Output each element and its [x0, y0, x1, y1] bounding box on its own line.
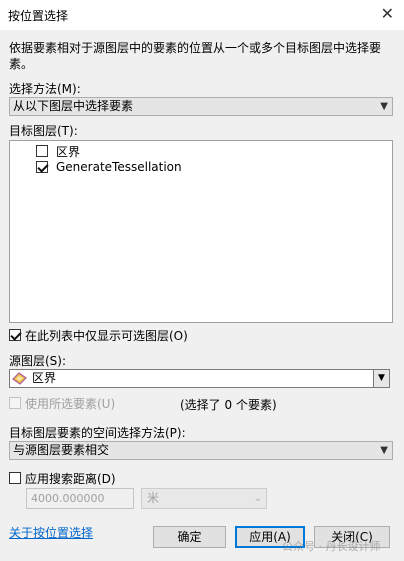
- chevron-down-icon: ⌄: [253, 493, 262, 504]
- distance-unit-value: 米: [147, 491, 160, 505]
- search-distance-input[interactable]: 4000.000000: [26, 488, 134, 509]
- target-layer-label: GenerateTessellation: [56, 160, 182, 174]
- target-layers-list[interactable]: 区界 GenerateTessellation: [9, 140, 393, 323]
- spatial-method-dropdown[interactable]: 与源图层要素相交 ▼: [9, 441, 393, 460]
- ok-button[interactable]: 确定: [153, 526, 226, 548]
- target-layers-label: 目标图层(T):: [9, 124, 78, 138]
- only-selectable-label: 在此列表中仅显示可选图层(O): [25, 328, 188, 343]
- chevron-down-icon: ▼: [380, 445, 388, 456]
- chevron-down-icon: ▼: [380, 101, 388, 112]
- list-item[interactable]: 区界: [36, 143, 80, 159]
- selection-method-value: 从以下图层中选择要素: [13, 99, 134, 113]
- spatial-method-value: 与源图层要素相交: [13, 443, 110, 457]
- only-selectable-checkbox[interactable]: [9, 329, 21, 341]
- search-distance-checkbox[interactable]: [9, 472, 21, 484]
- spatial-method-label: 目标图层要素的空间选择方法(P):: [9, 426, 186, 440]
- target-layer-label: 区界: [56, 144, 81, 159]
- use-selected-label: 使用所选要素(U): [25, 396, 116, 411]
- target-layer-checkbox-0[interactable]: [36, 145, 48, 157]
- search-distance-option[interactable]: 应用搜索距离(D): [9, 470, 116, 486]
- help-link[interactable]: 关于按位置选择: [9, 524, 93, 541]
- source-layer-value: 区界: [32, 371, 57, 385]
- distance-unit-dropdown[interactable]: 米 ⌄: [141, 488, 267, 509]
- polygon-layer-icon: [12, 372, 27, 385]
- description-text: 依据要素相对于源图层中的要素的位置从一个或多个目标图层中选择要素。: [9, 41, 382, 71]
- selection-method-label: 选择方法(M):: [9, 82, 81, 96]
- selected-count-text: (选择了 0 个要素): [180, 398, 277, 412]
- use-selected-checkbox[interactable]: [9, 397, 21, 409]
- use-selected-option[interactable]: 使用所选要素(U): [9, 395, 115, 411]
- chevron-down-icon[interactable]: ▼: [373, 370, 389, 387]
- window-title: 按位置选择: [8, 9, 69, 23]
- search-distance-label: 应用搜索距离(D): [25, 471, 116, 486]
- only-selectable-option[interactable]: 在此列表中仅显示可选图层(O): [9, 327, 188, 343]
- watermark: 公众号 · 丹长设计师: [282, 540, 381, 553]
- close-icon[interactable]: ✕: [381, 4, 394, 23]
- source-layer-label: 源图层(S):: [9, 354, 67, 368]
- list-item[interactable]: GenerateTessellation: [36, 159, 182, 175]
- title-bar: 按位置选择 ✕: [0, 0, 404, 30]
- target-layer-checkbox-1[interactable]: [36, 161, 48, 173]
- source-layer-dropdown[interactable]: 区界 ▼: [9, 369, 390, 388]
- selection-method-dropdown[interactable]: 从以下图层中选择要素 ▼: [9, 97, 393, 116]
